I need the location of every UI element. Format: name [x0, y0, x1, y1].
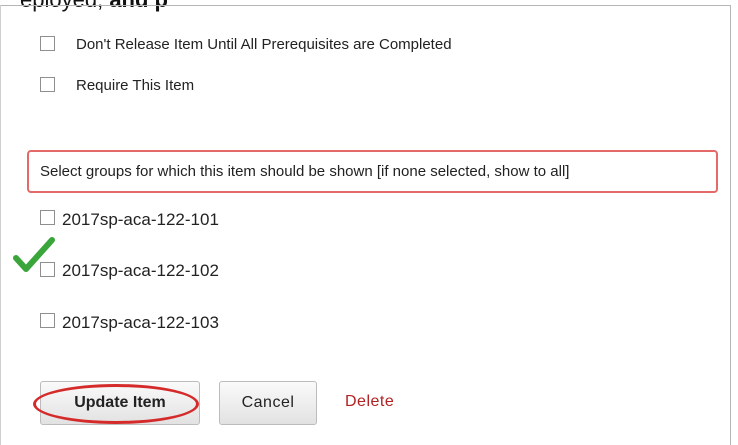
cropped-heading-prefix: eployed, [20, 0, 103, 12]
update-item-button[interactable]: Update Item [40, 381, 200, 425]
dont-release-label: Don't Release Item Until All Prerequisit… [76, 36, 452, 53]
require-item-label: Require This Item [76, 77, 195, 94]
groups-heading: Select groups for which this item should… [40, 163, 570, 180]
group-checkbox-103[interactable] [40, 313, 55, 328]
group-checkbox-102[interactable] [40, 262, 55, 277]
group-label-101: 2017sp-aca-122-101 [62, 210, 219, 229]
require-item-checkbox[interactable] [40, 77, 55, 92]
dont-release-checkbox[interactable] [40, 36, 55, 51]
group-label-103: 2017sp-aca-122-103 [62, 313, 219, 332]
cropped-heading-bold: and p [109, 0, 168, 12]
group-checkbox-101[interactable] [40, 210, 55, 225]
cancel-button[interactable]: Cancel [219, 381, 317, 425]
panel-top-border [0, 5, 730, 6]
delete-link[interactable]: Delete [345, 393, 394, 411]
panel-left-border [0, 5, 1, 445]
group-label-102: 2017sp-aca-122-102 [62, 261, 219, 280]
panel-right-border [730, 5, 731, 445]
cropped-heading-text: eployed, and p [20, 0, 168, 13]
